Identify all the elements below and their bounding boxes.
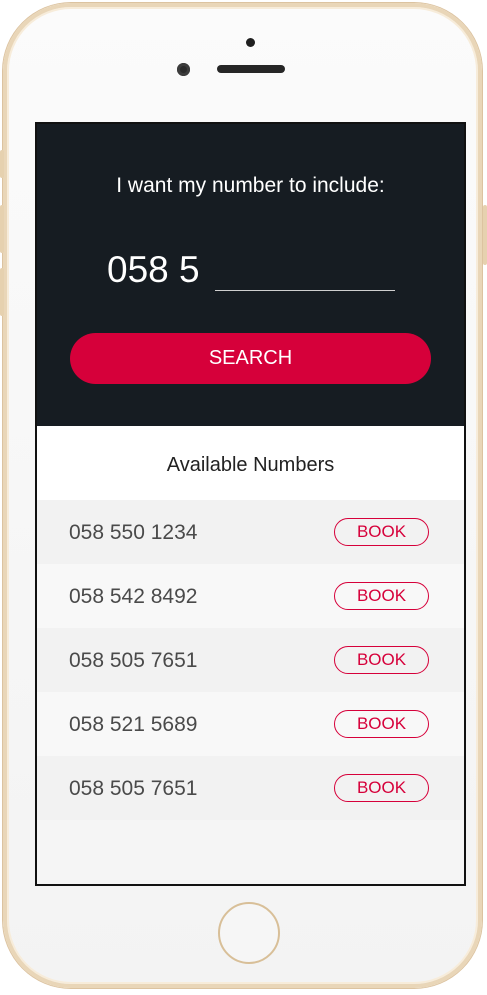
volume-down-button — [0, 268, 4, 316]
volume-up-button — [0, 205, 4, 253]
search-panel: I want my number to include: 058 5 SEARC… — [37, 124, 464, 426]
phone-number: 058 505 7651 — [69, 649, 198, 672]
phone-number: 058 521 5689 — [69, 713, 198, 736]
number-row-5: 058 505 7651 BOOK — [37, 756, 464, 820]
book-button[interactable]: BOOK — [334, 710, 429, 738]
search-button[interactable]: SEARCH — [70, 333, 431, 384]
book-button[interactable]: BOOK — [334, 774, 429, 802]
phone-number: 058 542 8492 — [69, 585, 198, 608]
book-button[interactable]: BOOK — [334, 646, 429, 674]
number-row-4: 058 521 5689 BOOK — [37, 692, 464, 756]
available-numbers-title: Available Numbers — [37, 426, 464, 500]
front-camera-icon — [177, 63, 190, 76]
phone-frame: I want my number to include: 058 5 SEARC… — [3, 3, 482, 988]
number-row-1: 058 550 1234 BOOK — [37, 500, 464, 564]
power-button — [483, 205, 487, 265]
number-prefix: 058 5 — [107, 249, 200, 290]
phone-number: 058 505 7651 — [69, 777, 198, 800]
number-row-3: 058 505 7651 BOOK — [37, 628, 464, 692]
app-screen: I want my number to include: 058 5 SEARC… — [35, 122, 466, 886]
phone-number: 058 550 1234 — [69, 521, 198, 544]
camera-sensor-icon — [246, 38, 255, 47]
earpiece-speaker — [217, 65, 285, 73]
mute-switch — [0, 150, 4, 178]
book-button[interactable]: BOOK — [334, 582, 429, 610]
available-numbers-list: 058 550 1234 BOOK 058 542 8492 BOOK 058 … — [37, 500, 464, 820]
digits-input[interactable] — [215, 252, 395, 291]
book-button[interactable]: BOOK — [334, 518, 429, 546]
number-row-2: 058 542 8492 BOOK — [37, 564, 464, 628]
search-prompt: I want my number to include: — [116, 174, 385, 197]
home-button[interactable] — [218, 902, 280, 964]
